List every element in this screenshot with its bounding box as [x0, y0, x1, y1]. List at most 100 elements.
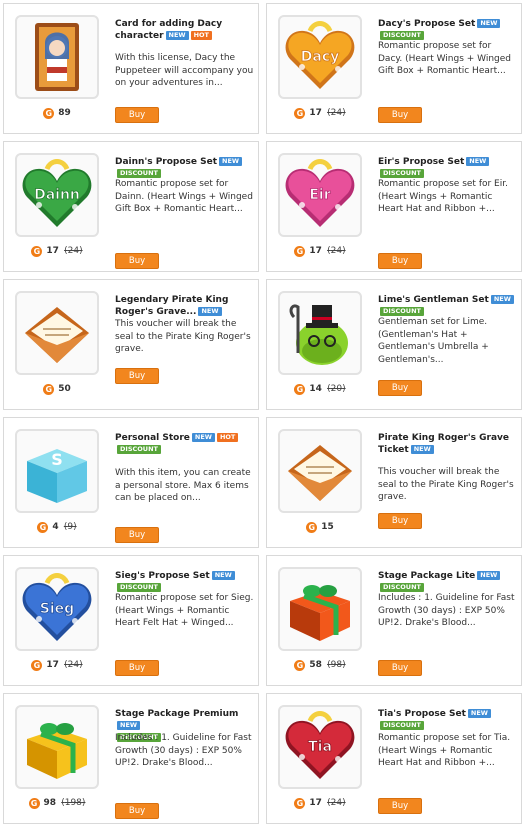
item-thumbnail[interactable]: Tia: [278, 705, 362, 789]
item-thumbnail[interactable]: [278, 567, 362, 651]
item-title-text[interactable]: Tia's Propose Set: [378, 709, 466, 719]
item-title[interactable]: Tia's Propose Set NEW DISCOUNT: [378, 708, 518, 732]
gold-coin-icon: G: [294, 108, 306, 119]
item-description: With this item, you can create a persona…: [115, 468, 251, 503]
item-title[interactable]: Dainn's Propose Set NEW DISCOUNT: [115, 156, 255, 180]
item-title-text[interactable]: Dainn's Propose Set: [115, 157, 217, 167]
price-value: 98: [43, 798, 57, 808]
item-title[interactable]: Stage Package Lite NEW DISCOUNT: [378, 570, 518, 594]
gold-coin-icon: G: [43, 384, 55, 395]
item-title-text[interactable]: Sieg's Propose Set: [115, 571, 210, 581]
item-title[interactable]: Pirate King Roger's Grave Ticket NEW: [378, 432, 518, 456]
new-badge: NEW: [410, 445, 434, 454]
gold-coin-icon: G: [28, 798, 40, 809]
heart-box-icon: Tia: [280, 707, 360, 787]
buy-button[interactable]: Buy: [378, 513, 422, 529]
new-badge: NEW: [477, 571, 501, 580]
heart-box-icon: Dainn: [17, 155, 97, 235]
item-card: Dainn G 17 (24) Dainn's Propose Set NEW DIS…: [3, 141, 259, 272]
item-thumbnail[interactable]: S: [15, 429, 99, 513]
buy-button[interactable]: Buy: [115, 253, 159, 269]
gold-coin-icon: G: [31, 246, 43, 257]
item-title-text[interactable]: Lime's Gentleman Set: [378, 295, 489, 305]
discount-badge: DISCOUNT: [380, 169, 424, 178]
hot-badge: HOT: [190, 31, 212, 40]
gold-coin-icon: G: [294, 660, 306, 671]
item-card: G 58 (98) Stage Package Lite NEW DISCOUNT I…: [266, 555, 522, 686]
price-value: 17: [46, 660, 59, 670]
item-thumbnail[interactable]: Sieg: [15, 567, 99, 651]
item-price: G 98 (198): [4, 798, 110, 809]
item-title-text[interactable]: Eir's Propose Set: [378, 157, 464, 167]
old-price: (98): [327, 660, 346, 670]
item-description: This voucher will break the seal to the …: [115, 319, 251, 354]
gold-coin-icon: G: [43, 108, 55, 119]
item-title-text[interactable]: Dacy's Propose Set: [378, 19, 475, 29]
item-title[interactable]: Personal Store NEW HOT DISCOUNT: [115, 432, 255, 456]
item-card: S G4 (9) Personal Store NEW HOT DISCOUNT Wi…: [3, 417, 259, 548]
item-thumbnail[interactable]: Eir: [278, 153, 362, 237]
item-title-text[interactable]: Personal Store: [115, 433, 190, 443]
item-title[interactable]: Legendary Pirate King Roger's Grave... NE…: [115, 294, 255, 318]
item-card: Sieg G 17 (24) Sieg's Propose Set NEW DISCO…: [3, 555, 259, 686]
price-value: 50: [58, 384, 71, 394]
gold-coin-icon: G: [294, 246, 306, 257]
item-description: Romantic propose set for Dainn. (Heart W…: [115, 179, 253, 214]
item-price: G 89: [4, 108, 110, 119]
item-description: With this license, Dacy the Puppeteer wi…: [115, 53, 254, 88]
price-value: 4: [52, 522, 59, 532]
old-price: (24): [327, 246, 346, 256]
item-title-text[interactable]: Pirate King Roger's Grave Ticket: [378, 433, 509, 455]
discount-badge: DISCOUNT: [380, 31, 424, 40]
item-thumbnail[interactable]: [278, 429, 362, 513]
item-title[interactable]: Dacy's Propose Set NEW DISCOUNT: [378, 18, 518, 42]
item-card: G 89 Card for adding Dacy character NEW HOT…: [3, 3, 259, 134]
item-price: G 17 (24): [267, 246, 373, 257]
hot-badge: HOT: [216, 433, 239, 442]
buy-button[interactable]: Buy: [378, 798, 422, 814]
old-price: (24): [64, 660, 83, 670]
svg-text:Dacy: Dacy: [301, 49, 340, 65]
buy-button[interactable]: Buy: [378, 107, 422, 123]
item-thumbnail[interactable]: Dacy: [278, 15, 362, 99]
new-badge: NEW: [191, 433, 215, 442]
discount-badge: DISCOUNT: [117, 583, 161, 592]
buy-button[interactable]: Buy: [115, 368, 159, 384]
buy-button[interactable]: Buy: [378, 380, 422, 396]
buy-button[interactable]: Buy: [115, 660, 159, 676]
item-title[interactable]: Card for adding Dacy character NEW HOT: [115, 18, 255, 42]
item-title-text[interactable]: Stage Package Premium: [115, 709, 238, 719]
item-title[interactable]: Lime's Gentleman Set NEW DISCOUNT: [378, 294, 518, 318]
gift-box-icon: [17, 707, 97, 787]
price-value: 89: [58, 108, 71, 118]
new-badge: NEW: [211, 571, 235, 580]
item-price: G 14 (20): [267, 384, 373, 395]
heart-box-icon: Eir: [280, 155, 360, 235]
buy-button[interactable]: Buy: [115, 527, 159, 543]
item-title-text[interactable]: Stage Package Lite: [378, 571, 475, 581]
buy-button[interactable]: Buy: [378, 253, 422, 269]
item-title[interactable]: Sieg's Propose Set NEW DISCOUNT: [115, 570, 255, 594]
item-description: Includes : 1. Guideline for Fast Growth …: [115, 733, 252, 768]
item-thumbnail[interactable]: Dainn: [15, 153, 99, 237]
item-thumbnail[interactable]: [15, 705, 99, 789]
new-badge: NEW: [490, 295, 514, 304]
item-description: Romantic propose set for Sieg. (Heart Wi…: [115, 593, 254, 628]
item-title[interactable]: Eir's Propose Set NEW DISCOUNT: [378, 156, 518, 180]
buy-button[interactable]: Buy: [115, 107, 159, 123]
old-price: (24): [327, 798, 346, 808]
item-thumbnail[interactable]: [15, 291, 99, 375]
gold-coin-icon: G: [37, 522, 49, 533]
svg-text:Eir: Eir: [309, 187, 330, 203]
item-description: This voucher will break the seal to the …: [378, 467, 514, 502]
discount-badge: DISCOUNT: [117, 169, 161, 178]
item-description: Gentleman set for Lime. (Gentleman's Hat…: [378, 317, 489, 365]
item-card: Tia G 17 (24) Tia's Propose Set NEW DISCOUN…: [266, 693, 522, 824]
buy-button[interactable]: Buy: [115, 803, 159, 819]
old-price: (20): [327, 384, 346, 394]
item-card: Eir G 17 (24) Eir's Propose Set NEW DISCOUN…: [266, 141, 522, 272]
buy-button[interactable]: Buy: [378, 660, 422, 676]
item-thumbnail[interactable]: [15, 15, 99, 99]
item-thumbnail[interactable]: [278, 291, 362, 375]
item-description: Romantic propose set for Dacy. (Heart Wi…: [378, 41, 512, 76]
